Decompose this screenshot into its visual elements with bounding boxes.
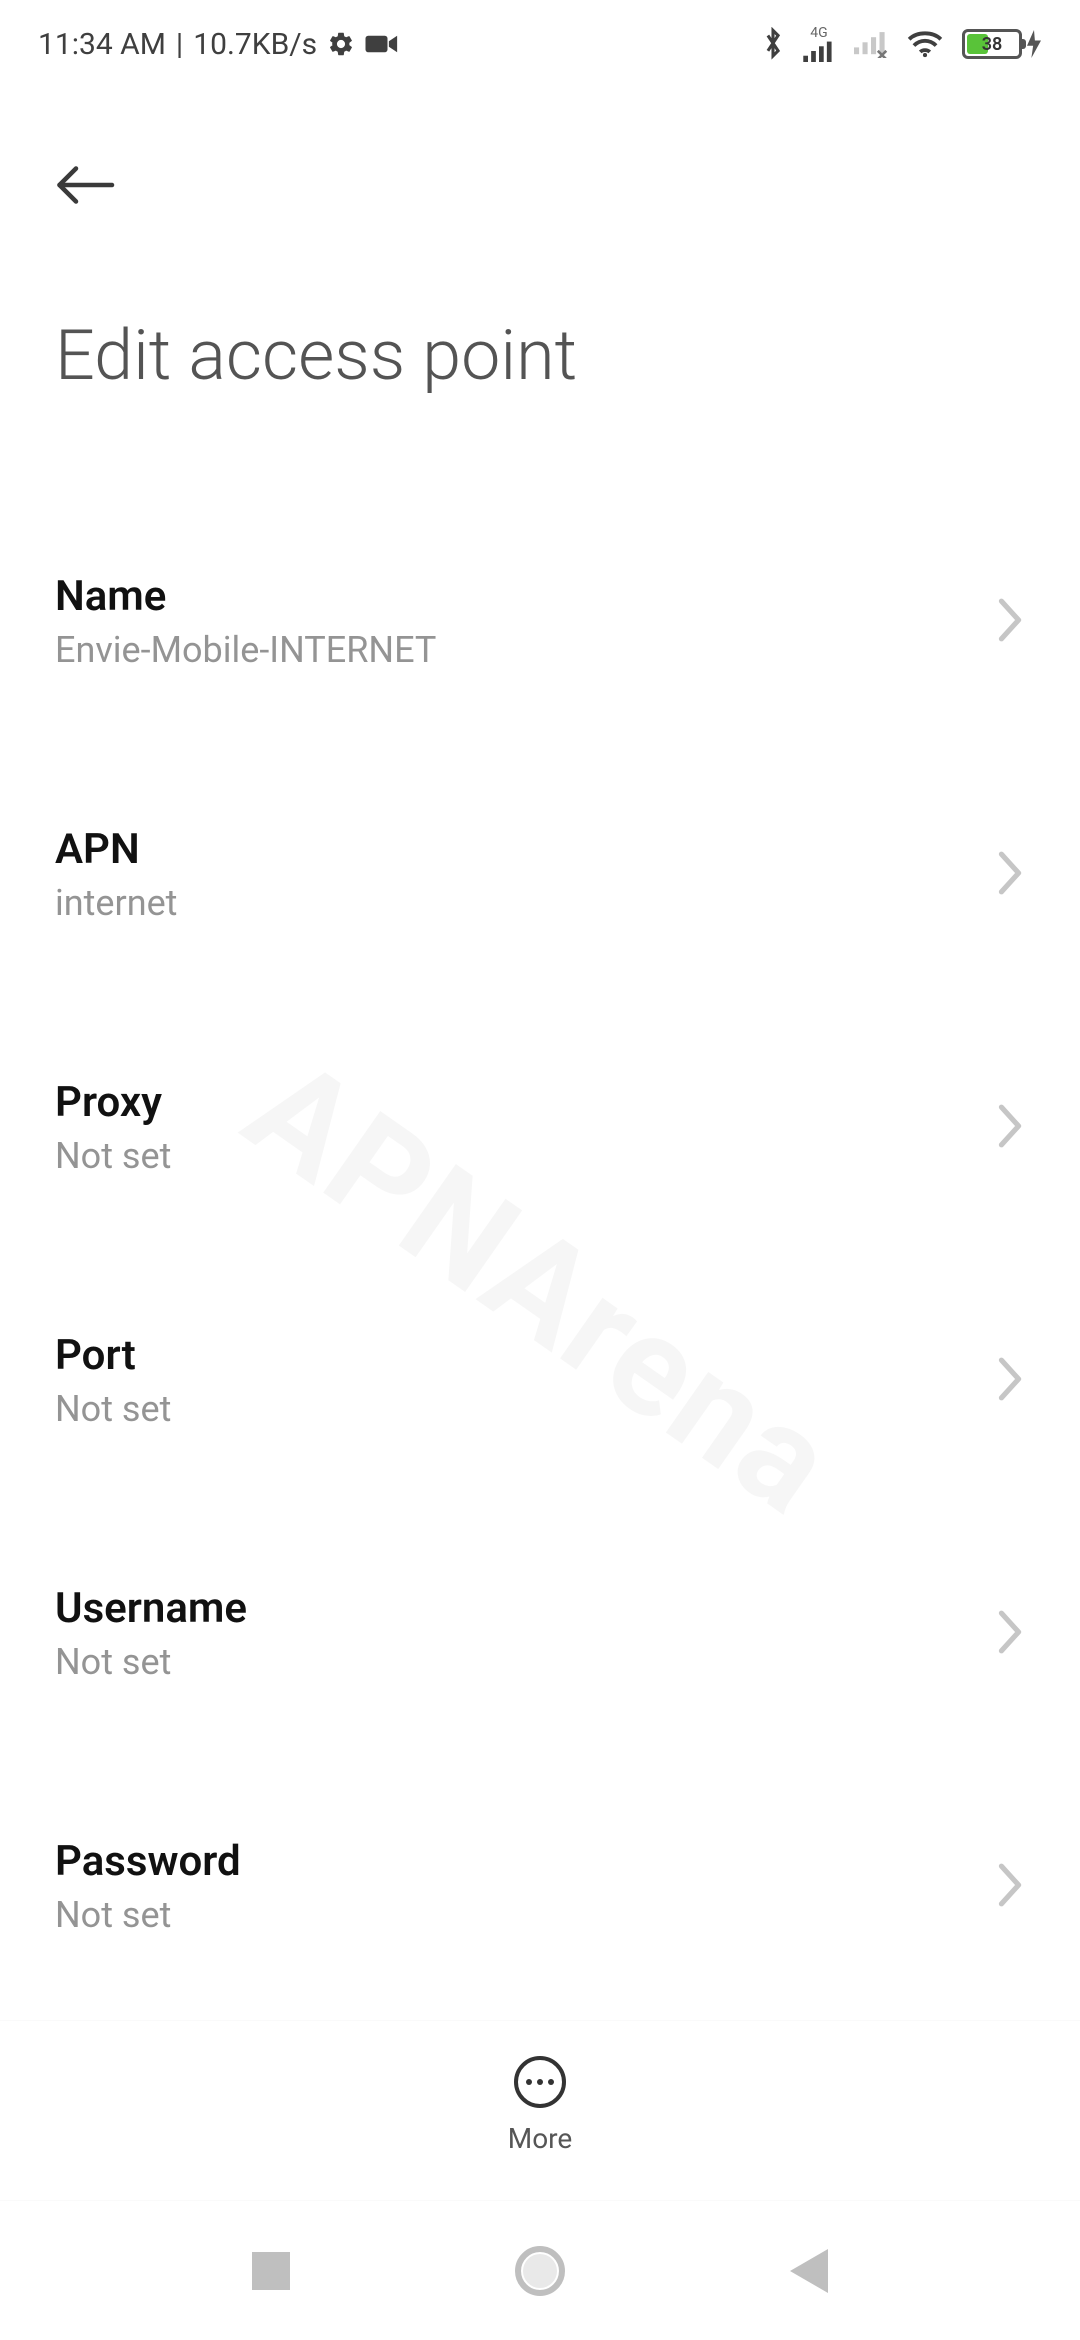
item-label: Username [55,1585,247,1633]
status-sep: | [176,27,183,62]
item-label: Port [55,1332,171,1380]
page-title: Edit access point [55,315,1025,397]
item-text: Password Not set [55,1838,241,1936]
list-item[interactable]: APN internet [0,785,1080,965]
item-value: Not set [55,1894,241,1936]
chevron-right-icon [995,1102,1025,1154]
item-text: APN internet [55,826,177,924]
chevron-right-icon [995,1608,1025,1660]
back-button[interactable] [55,150,125,220]
item-value: Envie-Mobile-INTERNET [55,629,436,671]
list-item[interactable]: Port Not set [0,1291,1080,1471]
item-label: Proxy [55,1079,171,1127]
more-icon [514,2056,566,2108]
item-text: Username Not set [55,1585,247,1683]
toolbar: More [0,2020,1080,2190]
system-nav-bar [0,2200,1080,2340]
battery-percent: 38 [965,34,1019,55]
battery-icon: 38 [962,29,1042,59]
signal-4g-label: 4G [810,26,827,40]
signal-4g-icon: 4G [802,26,836,62]
nav-recent-button[interactable] [252,2252,290,2290]
list-item[interactable]: Proxy Not set [0,1038,1080,1218]
list-item[interactable]: Password Not set [0,1797,1080,1977]
arrow-left-icon [55,163,115,207]
status-left: 11:34 AM | 10.7KB/s [38,27,399,62]
status-net-speed: 10.7KB/s [193,27,317,62]
item-text: Port Not set [55,1332,171,1430]
chevron-right-icon [995,1355,1025,1407]
signal-nosim-icon [854,30,888,58]
item-label: Password [55,1838,241,1886]
item-value: Not set [55,1641,247,1683]
item-text: Proxy Not set [55,1079,171,1177]
bluetooth-icon [762,27,784,61]
chevron-right-icon [995,1861,1025,1913]
nav-back-button[interactable] [790,2249,828,2293]
wifi-icon [906,29,944,59]
charging-icon [1026,30,1042,58]
item-label: APN [55,826,177,874]
list-item[interactable]: Name Envie-Mobile-INTERNET [0,532,1080,712]
status-bar: 11:34 AM | 10.7KB/s 4G [0,0,1080,70]
gear-icon [327,30,355,58]
chevron-right-icon [995,596,1025,648]
item-value: Not set [55,1135,171,1177]
more-button[interactable]: More [508,2056,573,2155]
settings-list: Name Envie-Mobile-INTERNET APN internet Prox… [0,532,1080,2010]
nav-home-button[interactable] [515,2246,565,2296]
status-right: 4G 38 [762,26,1042,62]
more-label: More [508,2122,573,2155]
item-text: Name Envie-Mobile-INTERNET [55,573,436,671]
status-time: 11:34 AM [38,27,166,62]
item-value: Not set [55,1388,171,1430]
header: Edit access point [0,70,1080,397]
item-label: Name [55,573,436,621]
camera-icon [365,33,399,55]
list-item[interactable]: Username Not set [0,1544,1080,1724]
item-value: internet [55,882,177,924]
chevron-right-icon [995,849,1025,901]
